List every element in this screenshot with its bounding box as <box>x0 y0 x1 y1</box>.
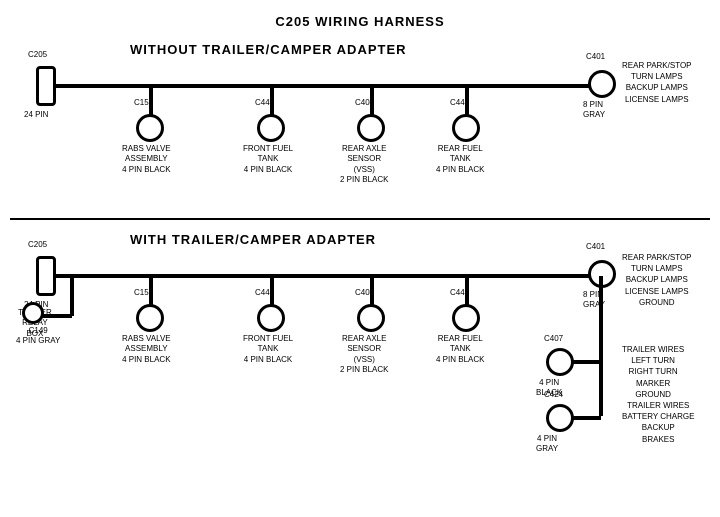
label-c441-1-sub: REAR FUELTANK4 PIN BLACK <box>436 144 484 175</box>
label-c441-1: C441 <box>450 98 469 108</box>
conn-c424 <box>546 404 574 432</box>
conn-c440-2 <box>257 304 285 332</box>
conn-c205-1 <box>36 66 56 106</box>
conn-c149 <box>22 302 44 324</box>
conn-c441-2 <box>452 304 480 332</box>
label-c404-1-sub: REAR AXLESENSOR(VSS)2 PIN BLACK <box>340 144 388 186</box>
label-c205-1-sub: 24 PIN <box>24 110 48 120</box>
label-c424: C424 <box>544 390 563 400</box>
label-c424-sub: 4 PINGRAY <box>536 434 558 455</box>
label-c441-2-sub: REAR FUELTANK4 PIN BLACK <box>436 334 484 365</box>
label-c149: C1494 PIN GRAY <box>16 326 60 347</box>
label-c401-1: C401 <box>586 52 605 62</box>
label-c158-2: C158 <box>134 288 153 298</box>
label-c404-2: C404 <box>355 288 374 298</box>
conn-c158-1 <box>136 114 164 142</box>
label-c158-1-sub: RABS VALVEASSEMBLY4 PIN BLACK <box>122 144 171 175</box>
section-divider <box>10 218 710 220</box>
label-c205-2: C205 <box>28 240 47 250</box>
conn-c401-1 <box>588 70 616 98</box>
label-c401-1-sub: 8 PINGRAY <box>583 100 605 121</box>
diagram: C205 WIRING HARNESS WITHOUT TRAILER/CAMP… <box>0 0 720 500</box>
conn-c404-2 <box>357 304 385 332</box>
wire-s1-main <box>52 84 612 88</box>
label-c158-1: C158 <box>134 98 153 108</box>
wire-right-v <box>599 276 603 416</box>
label-right-c424: TRAILER WIRESBATTERY CHARGEBACKUPBRAKES <box>622 400 694 445</box>
conn-c158-2 <box>136 304 164 332</box>
wire-s2-main <box>52 274 612 278</box>
label-c158-2-sub: RABS VALVEASSEMBLY4 PIN BLACK <box>122 334 171 365</box>
section2-label: WITH TRAILER/CAMPER ADAPTER <box>130 232 376 247</box>
label-right-s2-top: REAR PARK/STOPTURN LAMPSBACKUP LAMPSLICE… <box>622 252 692 308</box>
label-c440-1-sub: FRONT FUELTANK4 PIN BLACK <box>243 144 293 175</box>
conn-c441-1 <box>452 114 480 142</box>
label-c404-1: C404 <box>355 98 374 108</box>
label-right-s1: REAR PARK/STOP TURN LAMPS BACKUP LAMPS L… <box>622 60 692 105</box>
label-c401-2: C401 <box>586 242 605 252</box>
page-title: C205 WIRING HARNESS <box>0 6 720 29</box>
label-c440-2: C440 <box>255 288 274 298</box>
wire-c149-drop <box>70 276 74 316</box>
conn-c404-1 <box>357 114 385 142</box>
label-c404-2-sub: REAR AXLESENSOR(VSS)2 PIN BLACK <box>340 334 388 376</box>
label-c205-1: C205 <box>28 50 47 60</box>
label-c441-2: C441 <box>450 288 469 298</box>
label-c407: C407 <box>544 334 563 344</box>
conn-c440-1 <box>257 114 285 142</box>
section1-label: WITHOUT TRAILER/CAMPER ADAPTER <box>130 42 407 57</box>
conn-c205-2 <box>36 256 56 296</box>
label-c440-1: C440 <box>255 98 274 108</box>
label-c440-2-sub: FRONT FUELTANK4 PIN BLACK <box>243 334 293 365</box>
label-right-c407: TRAILER WIRESLEFT TURNRIGHT TURNMARKERGR… <box>622 344 684 400</box>
conn-c407 <box>546 348 574 376</box>
